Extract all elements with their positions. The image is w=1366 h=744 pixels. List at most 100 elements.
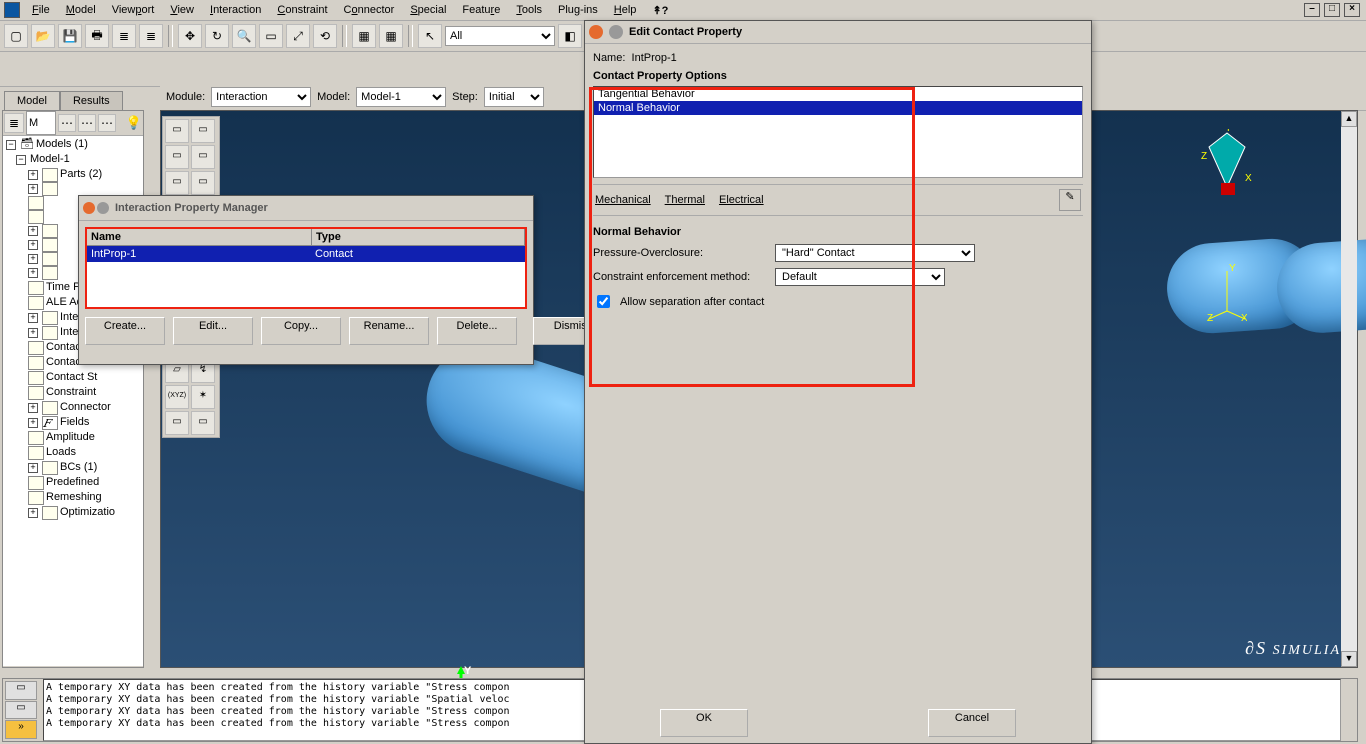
tree-db-icon[interactable]: ≣ xyxy=(4,113,24,133)
ecp-close-icon[interactable] xyxy=(589,25,603,39)
menu-connector[interactable]: Connector xyxy=(336,2,403,18)
ecp-tab-mechanical[interactable]: Mechanical xyxy=(595,194,651,206)
ecp-tab-electrical[interactable]: Electrical xyxy=(719,194,764,206)
ecp-min-icon[interactable] xyxy=(609,25,623,39)
ipm-delete-button[interactable]: Delete... xyxy=(437,317,517,345)
ipm-col-name: Name xyxy=(87,229,312,245)
menu-view[interactable]: View xyxy=(162,2,202,18)
ti-a[interactable]: ▭ xyxy=(165,411,189,435)
ipm-title: Interaction Property Manager xyxy=(115,202,268,214)
s1-icon[interactable]: ◧ xyxy=(558,24,582,48)
menu-constraint[interactable]: Constraint xyxy=(269,2,335,18)
menu-model[interactable]: Model xyxy=(58,2,104,18)
tree-item: BCs (1) xyxy=(60,460,97,475)
msg-prompt-icon[interactable]: » xyxy=(5,720,37,739)
ecp-options-group-label: Contact Property Options xyxy=(593,70,1083,82)
menu-file[interactable]: FFileile xyxy=(24,2,58,18)
ecp-titlebar[interactable]: Edit Contact Property xyxy=(585,21,1091,44)
tree-item: Constraint xyxy=(46,385,96,400)
print-icon[interactable]: 🖶 xyxy=(85,24,109,48)
svg-text:Z: Z xyxy=(1207,313,1213,321)
model-label: Model: xyxy=(315,91,352,103)
window-min-icon[interactable]: – xyxy=(1304,3,1320,17)
tab-results[interactable]: Results xyxy=(60,91,123,110)
ipm-edit-button[interactable]: Edit... xyxy=(173,317,253,345)
menu-viewport[interactable]: Viewport xyxy=(104,2,163,18)
menu-special[interactable]: Special xyxy=(402,2,454,18)
pan-icon[interactable]: ✥ xyxy=(178,24,202,48)
menu-plugins[interactable]: Plug-ins xyxy=(550,2,606,18)
model-select[interactable]: Model-1 xyxy=(356,87,446,107)
ipm-rename-button[interactable]: Rename... xyxy=(349,317,429,345)
partition-icon[interactable]: ✶ xyxy=(191,385,215,409)
ipm-close-icon[interactable] xyxy=(83,202,95,214)
rotate-icon[interactable]: ↻ xyxy=(205,24,229,48)
ipm-cell-type: Contact xyxy=(311,246,357,262)
open-icon[interactable]: 📂 xyxy=(31,24,55,48)
ecp-ok-button[interactable]: OK xyxy=(660,709,748,737)
ipm-row-selected[interactable]: IntProp-1Contact xyxy=(87,246,525,262)
ecp-constraint-method-select[interactable]: Default xyxy=(775,268,945,286)
zoombox-icon[interactable]: ▭ xyxy=(259,24,283,48)
window-close-icon[interactable]: × xyxy=(1344,3,1360,17)
grid1-icon[interactable]: ▦ xyxy=(352,24,376,48)
pointer-icon[interactable]: ↖ xyxy=(418,24,442,48)
ecp-opt-tangential[interactable]: Tangential Behavior xyxy=(594,87,1082,101)
msg-v-scrollbar[interactable] xyxy=(1341,679,1357,741)
module-select[interactable]: Interaction xyxy=(211,87,311,107)
ecp-edit-icon[interactable]: ✎ xyxy=(1059,189,1081,211)
tree-item: Contact St xyxy=(46,370,97,385)
view-triad: YZX xyxy=(1197,129,1257,189)
window-max-icon[interactable]: □ xyxy=(1324,3,1340,17)
constraint-manager-icon[interactable]: ▭ xyxy=(191,171,215,195)
ipm-create-button[interactable]: Create... xyxy=(85,317,165,345)
ecp-cancel-button[interactable]: Cancel xyxy=(928,709,1016,737)
tree-tb2-icon[interactable]: ⋯ xyxy=(78,114,96,132)
viewport-v-scrollbar[interactable]: ▲▼ xyxy=(1341,111,1357,667)
db-icon[interactable]: ≣ xyxy=(112,24,136,48)
save-icon[interactable]: 💾 xyxy=(58,24,82,48)
tree-tb3-icon[interactable]: ⋯ xyxy=(98,114,116,132)
model-results-tabs: Model Results xyxy=(4,90,123,109)
msg-btn2[interactable]: ▭ xyxy=(5,701,37,720)
tree-item: Loads xyxy=(46,445,76,460)
ecp-tab-thermal[interactable]: Thermal xyxy=(665,194,705,206)
help-pointer-icon[interactable]: ↟? xyxy=(644,2,676,19)
ipm-table[interactable]: NameType IntProp-1Contact xyxy=(85,227,527,309)
ecp-opt-normal[interactable]: Normal Behavior xyxy=(594,101,1082,115)
zoom-icon[interactable]: 🔍 xyxy=(232,24,256,48)
grid2-icon[interactable]: ▦ xyxy=(379,24,403,48)
new-icon[interactable]: ▢ xyxy=(4,24,28,48)
ecp-pressure-overclosure-select[interactable]: "Hard" Contact xyxy=(775,244,975,262)
tree-tb1-icon[interactable]: ⋯ xyxy=(58,114,76,132)
ecp-options-list[interactable]: Tangential Behavior Normal Behavior xyxy=(593,86,1083,178)
ecp-allow-separation-checkbox[interactable] xyxy=(597,295,610,308)
prop-create-icon[interactable]: ▭ xyxy=(165,145,189,169)
menu-tools[interactable]: Tools xyxy=(508,2,550,18)
menu-interaction[interactable]: Interaction xyxy=(202,2,269,18)
main-window: FFileile Model Viewport View Interaction… xyxy=(0,0,1366,744)
tree-filter-input[interactable] xyxy=(26,111,56,135)
constraint-create-icon[interactable]: ▭ xyxy=(165,171,189,195)
cycle-icon[interactable]: ⟲ xyxy=(313,24,337,48)
menu-feature[interactable]: Feature xyxy=(454,2,508,18)
step-select[interactable]: Initial xyxy=(484,87,544,107)
interaction-property-manager-dialog: Interaction Property Manager NameType In… xyxy=(78,195,534,365)
menu-help[interactable]: Help xyxy=(606,2,645,18)
ipm-titlebar[interactable]: Interaction Property Manager xyxy=(79,196,533,221)
selection-mode-select[interactable]: All xyxy=(445,26,555,46)
tab-model[interactable]: Model xyxy=(4,91,60,110)
bulb-icon[interactable]: 💡 xyxy=(126,115,142,131)
ti-b[interactable]: ▭ xyxy=(191,411,215,435)
ipm-col-type: Type xyxy=(312,229,525,245)
int-create-icon[interactable]: ▭ xyxy=(165,119,189,143)
int-manager-icon[interactable]: ▭ xyxy=(191,119,215,143)
fit-icon[interactable]: ⤢ xyxy=(286,24,310,48)
prop-manager-icon[interactable]: ▭ xyxy=(191,145,215,169)
ipm-copy-button[interactable]: Copy... xyxy=(261,317,341,345)
msg-btn1[interactable]: ▭ xyxy=(5,681,37,700)
xyz-icon[interactable]: (XYZ) xyxy=(165,385,189,409)
db2-icon[interactable]: ≣ xyxy=(139,24,163,48)
ecp-title: Edit Contact Property xyxy=(629,26,742,38)
ipm-min-icon[interactable] xyxy=(97,202,109,214)
